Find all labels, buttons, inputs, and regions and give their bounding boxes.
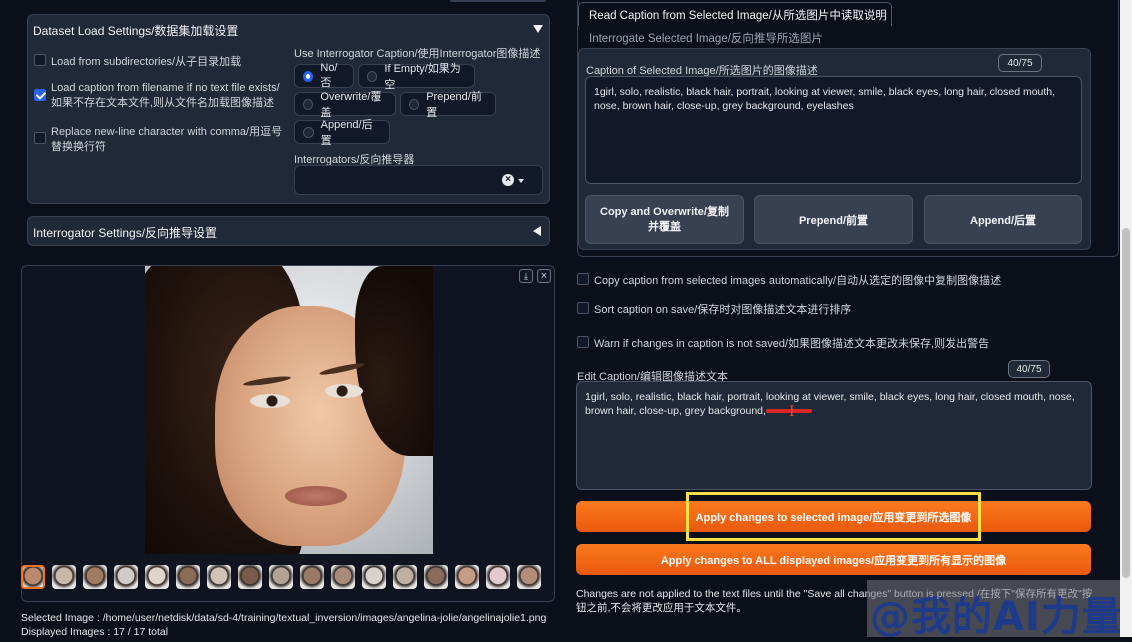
thumbnail-item[interactable] — [83, 565, 107, 589]
copy-auto-label: Copy caption from selected images automa… — [594, 275, 1002, 287]
radio-prepend-label: Prepend/前置 — [426, 91, 482, 119]
thumbnail-item[interactable] — [207, 565, 231, 589]
radio-if-empty[interactable]: If Empty/如果为空 — [358, 63, 475, 91]
selected-image-preview — [145, 266, 433, 554]
displayed-images-count: Displayed Images : 17 / 17 total — [21, 626, 169, 638]
thumbnail-item[interactable] — [393, 565, 417, 589]
radio-no-label: No/否 — [320, 62, 338, 89]
download-icon[interactable]: ⤓ — [519, 269, 533, 283]
thumbnail-item[interactable] — [114, 565, 138, 589]
thumbnail-item[interactable] — [331, 565, 355, 589]
watermark-text: @我的AI力量 — [870, 594, 1123, 640]
thumbnail-item[interactable] — [269, 565, 293, 589]
caption-selected-counter: 40/75 — [998, 54, 1042, 72]
copy-auto-checkbox[interactable] — [577, 273, 589, 288]
copy-overwrite-button[interactable]: Copy and Overwrite/复制并覆盖 — [585, 195, 744, 244]
thumbnail-item[interactable] — [238, 565, 262, 589]
thumbnail-item[interactable] — [455, 565, 479, 589]
replace-newline-checkbox[interactable] — [34, 132, 46, 147]
close-icon[interactable]: × — [537, 269, 551, 283]
warn-changes-checkbox[interactable] — [577, 336, 589, 351]
apply-all-button[interactable]: Apply changes to ALL displayed images/应用… — [576, 544, 1091, 575]
eye-left — [250, 394, 290, 408]
interrogator-settings-title: Interrogator Settings/反向推导设置 — [33, 226, 218, 240]
radio-dot — [303, 98, 314, 110]
eye-right — [325, 384, 363, 398]
highlight-box — [686, 492, 981, 541]
edit-caption-textbox[interactable]: 1girl, solo, realistic, black hair, port… — [576, 381, 1092, 490]
edit-caption-text: 1girl, solo, realistic, black hair, port… — [585, 391, 1075, 417]
thumbnail-item[interactable] — [52, 565, 76, 589]
load-caption-filename-label: Load caption from filename if no text fi… — [51, 82, 280, 109]
load-subdirectories-label: Load from subdirectories/从子目录加载 — [51, 56, 242, 68]
thumbnail-item[interactable] — [486, 565, 510, 589]
triangle-left-icon[interactable] — [533, 226, 541, 236]
top-button-remnant[interactable] — [450, 0, 546, 2]
radio-dot — [367, 70, 378, 82]
i-beam-cursor-icon: I — [789, 404, 795, 420]
append-button[interactable]: Append/后置 — [924, 195, 1082, 244]
thumbnail-item[interactable] — [21, 565, 45, 589]
radio-dot — [409, 98, 420, 110]
radio-append[interactable]: Append/后置 — [294, 119, 390, 147]
warn-changes-label: Warn if changes in caption is not saved/… — [594, 338, 990, 350]
dataset-load-settings-title[interactable]: Dataset Load Settings/数据集加载设置 — [33, 22, 238, 39]
radio-dot — [303, 126, 314, 138]
caption-selected-textbox[interactable]: 1girl, solo, realistic, black hair, port… — [585, 76, 1082, 184]
tab-interrogate[interactable]: Interrogate Selected Image/反向推导所选图片 — [589, 30, 823, 46]
thumbnail-item[interactable] — [424, 565, 448, 589]
load-subdirectories-checkbox[interactable] — [34, 54, 46, 69]
thumbnail-item[interactable] — [176, 565, 200, 589]
prepend-button[interactable]: Prepend/前置 — [754, 195, 913, 244]
caret-down-icon[interactable] — [518, 179, 524, 183]
lips — [285, 486, 347, 506]
thumbnail-item[interactable] — [362, 565, 386, 589]
radio-no[interactable]: No/否 — [294, 62, 354, 89]
radio-prepend[interactable]: Prepend/前置 — [400, 91, 496, 119]
replace-newline-label: Replace new-line character with comma/用逗… — [51, 126, 283, 153]
selected-image-path: Selected Image : /home/user/netdisk/data… — [21, 612, 547, 624]
radio-overwrite[interactable]: Overwrite/覆盖 — [294, 91, 396, 119]
triangle-down-icon[interactable] — [533, 25, 543, 33]
radio-append-label: Append/后置 — [320, 119, 373, 147]
tab-read-caption-label: Read Caption from Selected Image/从所选图片中读… — [589, 10, 887, 22]
edit-caption-counter: 40/75 — [1008, 360, 1050, 378]
use-interrogator-caption-label: Use Interrogator Caption/使用Interrogator图… — [294, 48, 541, 60]
thumbnail-item[interactable] — [300, 565, 324, 589]
load-caption-filename-checkbox[interactable] — [34, 89, 46, 104]
sort-on-save-checkbox[interactable] — [577, 302, 589, 317]
sort-on-save-label: Sort caption on save/保存时对图像描述文本进行排序 — [594, 304, 852, 316]
radio-dot-selected — [303, 70, 314, 82]
thumbnail-item[interactable] — [517, 565, 541, 589]
thumbnail-item[interactable] — [145, 565, 169, 589]
clear-x-icon[interactable]: × — [502, 174, 514, 186]
page-scrollbar-thumb[interactable] — [1122, 228, 1130, 578]
